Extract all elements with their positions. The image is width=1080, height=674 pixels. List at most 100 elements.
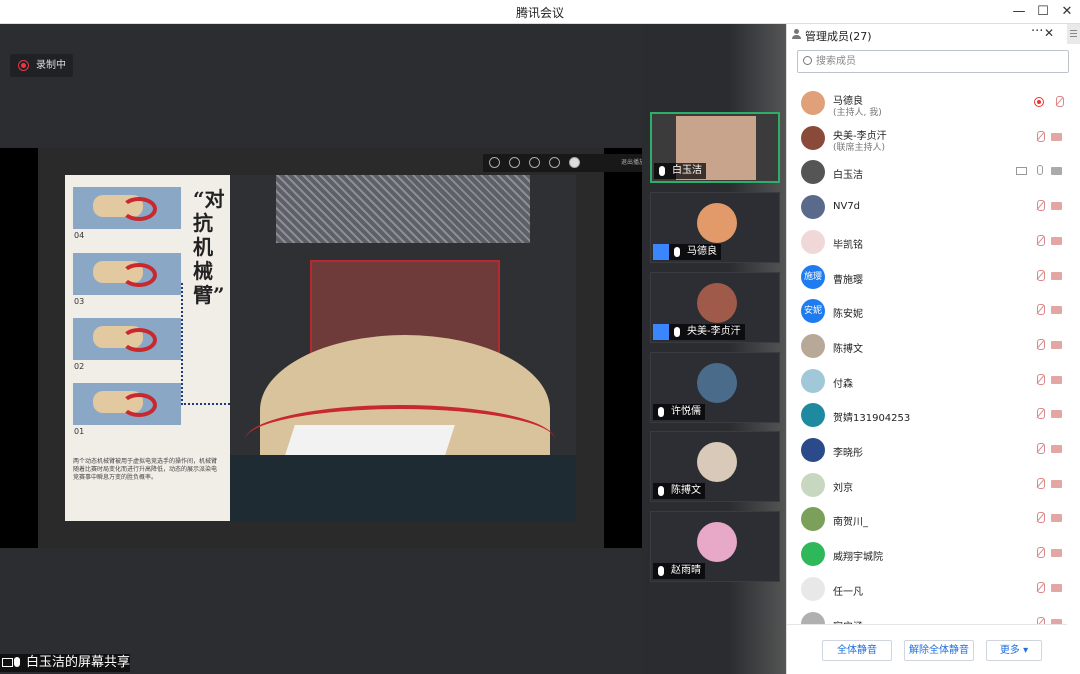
member-row[interactable]: 刘京 [787,468,1067,502]
dotted-line [181,403,230,405]
mic-icon [658,566,664,576]
mic-muted-icon[interactable] [1036,269,1045,282]
avatar: 施璎 [801,264,825,289]
video-tile[interactable]: 白玉洁 [650,112,780,183]
mic-muted-icon[interactable] [1036,512,1045,524]
unmute-all-button[interactable]: 解除全体静音 [904,640,974,661]
member-row[interactable]: 贺婧131904253 [787,398,1067,432]
avatar [801,576,825,601]
camera-off-icon[interactable] [1051,236,1062,245]
member-row[interactable]: 任一凡 [787,572,1067,606]
menu-toggle-button[interactable] [1067,24,1080,44]
mic-muted-icon[interactable] [1036,338,1045,351]
close-panel-button[interactable]: ✕ [1044,26,1054,40]
member-row[interactable]: 施璎 曹施璎 [787,260,1067,294]
window-title: 腾讯会议 [515,6,564,20]
mic-muted-icon[interactable] [1036,373,1045,386]
maximize-button[interactable]: ☐ [1032,2,1054,22]
mic-icon[interactable] [1037,165,1043,176]
stop-icon[interactable] [569,157,580,168]
mic-muted-icon[interactable] [1036,547,1045,559]
member-row[interactable]: 付森 [787,364,1067,398]
avatar [697,522,737,562]
host-icon [653,244,669,260]
recording-indicator[interactable]: 录制中 [10,54,73,77]
mic-muted-icon[interactable] [1036,408,1045,420]
mic-muted-icon[interactable] [1036,130,1045,143]
video-tile[interactable]: 马德良 [650,192,780,263]
tile-name-text: 马德良 [687,246,717,257]
mic-muted-icon[interactable] [1036,234,1045,247]
member-name: 贺婧131904253 [833,413,911,425]
member-row[interactable]: 白玉洁 [787,155,1067,189]
camera-off-icon[interactable] [1051,306,1062,315]
avatar [801,438,825,462]
slide-description: 两个动态机械臂被用于虚拟电竞选手的操作间，机械臂随着比赛时局变化而进行升高降低，… [73,458,218,481]
prev-icon[interactable] [529,157,540,168]
slide-thumb [73,187,181,229]
minimize-button[interactable]: — [1008,2,1030,22]
title-bar: 腾讯会议 — ☐ ✕ [0,0,1080,24]
menu-icon [1070,30,1077,31]
member-name: 刘京 [833,482,853,494]
camera-off-icon[interactable] [1051,583,1062,592]
member-role: (联席主持人) [833,142,886,153]
avatar [801,472,825,497]
member-row[interactable]: 威翔宇城院 [787,537,1067,571]
search-input[interactable]: 搜索成员 [797,50,1069,73]
video-tile[interactable]: 陈搏文 [650,431,780,502]
camera-off-icon[interactable] [1051,410,1062,419]
camera-off-icon[interactable] [1051,202,1062,211]
camera-icon[interactable] [1051,167,1062,176]
mic-muted-icon[interactable] [1036,200,1045,212]
camera-off-icon[interactable] [1051,375,1062,384]
camera-off-icon[interactable] [1051,514,1062,523]
next-icon[interactable] [549,157,560,168]
zoom-out-icon[interactable] [509,157,520,168]
slide-rendering [230,175,576,521]
avatar [801,229,825,254]
video-tile[interactable]: 许悦儒 [650,352,780,423]
tile-name-text: 白玉洁 [672,165,702,176]
tile-name: 马德良 [669,244,721,260]
video-tile[interactable]: 赵雨晴 [650,511,780,582]
person-icon [792,29,801,39]
video-tile[interactable]: 央美-李贞汗 [650,272,780,343]
screen-share-icon [1016,167,1027,176]
cohost-icon [653,324,669,340]
member-row[interactable]: 陈搏文 [787,329,1067,363]
mic-icon [674,327,680,337]
slide-thumb [73,383,181,425]
member-name: 曹施璎 [833,274,863,286]
member-row[interactable]: 马德良 (主持人, 我) [787,86,1067,120]
mic-muted-icon[interactable] [1036,443,1045,455]
member-name: 白玉洁 [833,170,863,182]
mute-all-button[interactable]: 全体静音 [822,640,892,661]
member-row[interactable]: 南贺川_ [787,502,1067,536]
more-options-button[interactable]: ··· [1031,24,1043,39]
mic-muted-icon[interactable] [1036,304,1045,316]
tile-name-text: 赵雨晴 [671,565,701,576]
camera-off-icon[interactable] [1051,549,1062,558]
slide-thumb [73,253,181,295]
camera-off-icon[interactable] [1051,445,1062,453]
avatar [697,442,737,482]
mic-muted-icon[interactable] [1055,96,1064,108]
camera-off-icon[interactable] [1051,132,1062,141]
zoom-in-icon[interactable] [489,157,500,168]
member-row[interactable]: 央美-李贞汗 (联席主持人) [787,121,1067,155]
camera-off-icon[interactable] [1051,340,1062,349]
avatar [801,368,825,393]
mic-muted-icon[interactable] [1036,477,1045,490]
member-row[interactable]: 李晓彤 [787,433,1067,467]
camera-off-icon[interactable] [1051,479,1062,488]
thumb-number: 02 [74,362,85,371]
member-row[interactable]: 毕凯铭 [787,225,1067,259]
member-row[interactable]: NV7d [787,190,1067,224]
more-button[interactable]: 更多 ▾ [986,640,1042,661]
member-row[interactable]: 安妮 陈安妮 [787,294,1067,328]
slide-title: “对抗机械臂” [193,187,225,307]
close-button[interactable]: ✕ [1056,2,1078,22]
camera-off-icon[interactable] [1051,271,1062,280]
mic-muted-icon[interactable] [1036,581,1045,594]
